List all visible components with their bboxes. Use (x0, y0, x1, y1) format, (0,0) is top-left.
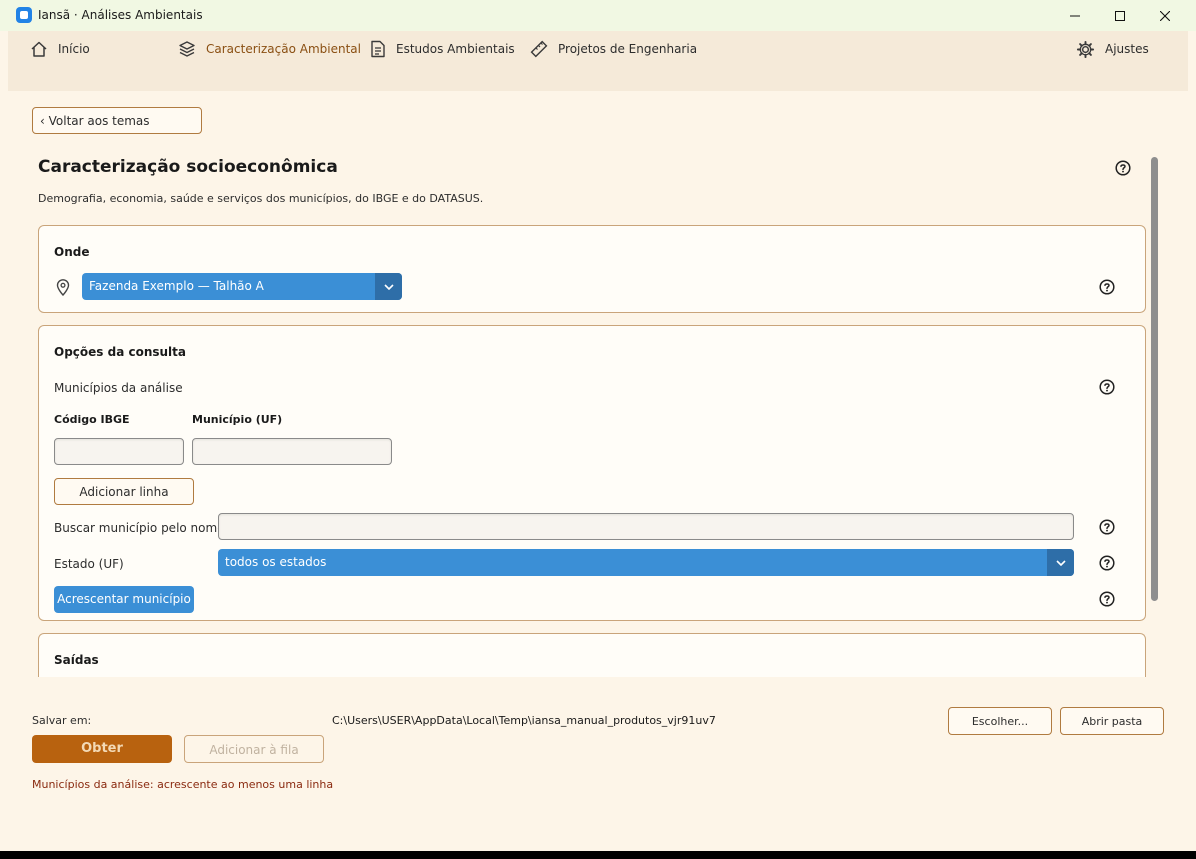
help-icon[interactable] (1099, 591, 1115, 607)
abrir-pasta-button[interactable]: Abrir pasta (1060, 707, 1164, 735)
title-bar: Iansã · Análises Ambientais (0, 0, 1196, 31)
opcoes-title: Opções da consulta (54, 345, 187, 359)
maximize-button[interactable] (1097, 0, 1143, 31)
scrollbar-thumb[interactable] (1151, 157, 1158, 601)
footer-panel (8, 677, 1188, 851)
estado-label: Estado (UF) (54, 557, 124, 571)
nav-projetos[interactable]: Projetos de Engenharia (530, 39, 697, 59)
buscar-municipio-input[interactable] (218, 513, 1074, 540)
onde-title: Onde (54, 245, 90, 259)
municipio-uf-input[interactable] (192, 438, 392, 465)
nav-ajustes-label: Ajustes (1105, 42, 1149, 56)
gear-icon (1076, 40, 1095, 58)
location-pin-icon (56, 279, 70, 296)
estado-select-value: todos os estados (225, 555, 327, 569)
salvar-em-label: Salvar em: (32, 714, 92, 727)
municipios-label: Municípios da análise (54, 381, 183, 395)
ruler-icon (530, 40, 548, 58)
app-window: Iansã · Análises Ambientais Início Carac… (0, 0, 1196, 851)
codigo-ibge-header: Código IBGE (54, 413, 130, 426)
area-select[interactable]: Fazenda Exemplo — Talhão A (82, 273, 402, 300)
validation-error: Municípios da análise: acrescente ao men… (32, 778, 334, 791)
close-icon (1160, 10, 1170, 21)
escolher-button[interactable]: Escolher... (948, 707, 1052, 735)
output-path: C:\Users\USER\AppData\Local\Temp\iansa_m… (332, 714, 716, 727)
nav-caracterizacao-label: Caracterização Ambiental (206, 42, 361, 56)
nav-estudos[interactable]: Estudos Ambientais (370, 39, 515, 59)
nav-estudos-label: Estudos Ambientais (396, 42, 515, 56)
saidas-title: Saídas (54, 653, 99, 667)
nav-projetos-label: Projetos de Engenharia (558, 42, 698, 56)
area-select-value: Fazenda Exemplo — Talhão A (89, 279, 264, 293)
nav-ajustes[interactable]: Ajustes (1076, 39, 1149, 59)
acrescentar-municipio-button[interactable]: Acrescentar município (54, 586, 194, 613)
nav-home[interactable]: Início (30, 39, 90, 59)
minimize-icon (1070, 15, 1080, 16)
minimize-button[interactable] (1052, 0, 1098, 31)
buscar-label: Buscar município pelo nome (54, 521, 225, 535)
help-icon[interactable] (1099, 279, 1115, 295)
nav-home-label: Início (58, 42, 90, 56)
help-icon[interactable] (1099, 555, 1115, 571)
page-title: Caracterização socioeconômica (38, 157, 338, 177)
document-icon (371, 40, 385, 58)
opcoes-card: Opções da consulta Municípios da análise… (38, 325, 1146, 621)
adicionar-fila-button[interactable]: Adicionar à fila (184, 735, 324, 763)
obter-button[interactable]: Obter (32, 735, 172, 763)
help-icon[interactable] (1115, 160, 1131, 176)
close-button[interactable] (1142, 0, 1188, 31)
maximize-icon (1115, 10, 1125, 21)
page-subtitle: Demografia, economia, saúde e serviços d… (38, 192, 484, 205)
window-title: Iansã · Análises Ambientais (38, 8, 203, 22)
municipio-uf-header: Município (UF) (192, 413, 283, 426)
chevron-down-icon (1047, 549, 1074, 576)
nav-caracterizacao[interactable]: Caracterização Ambiental (178, 39, 361, 59)
onde-card: Onde Fazenda Exemplo — Talhão A (38, 225, 1146, 313)
add-row-button[interactable]: Adicionar linha (54, 478, 194, 505)
app-logo-icon (16, 7, 32, 23)
help-icon[interactable] (1099, 519, 1115, 535)
codigo-ibge-input[interactable] (54, 438, 184, 465)
help-icon[interactable] (1099, 379, 1115, 395)
estado-select[interactable]: todos os estados (218, 549, 1074, 576)
home-icon (31, 41, 47, 57)
back-to-themes-button[interactable]: ‹ Voltar aos temas (32, 107, 202, 134)
top-nav: Início Caracterização Ambiental Estudos … (8, 31, 1188, 91)
chevron-down-icon (375, 273, 402, 300)
layers-icon (179, 41, 195, 57)
